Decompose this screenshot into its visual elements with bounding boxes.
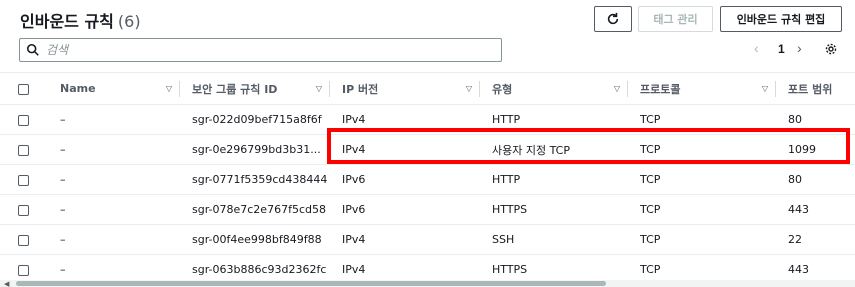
cell-port-range: 80 — [776, 104, 855, 135]
table-header-row: Name ▽ 보안 그룹 규칙 ID ▽ IP 버전 ▽ 유형 ▽ 프로토콜 ▽ 포트 범… — [0, 72, 855, 105]
sort-icon[interactable]: ▽ — [466, 84, 472, 93]
cell-protocol: TCP — [628, 224, 776, 255]
prev-page-button[interactable]: ‹ — [754, 40, 759, 56]
row-checkbox[interactable] — [18, 204, 29, 216]
cell-rule-id: sgr-0e296799bd3b31... — [180, 134, 330, 165]
cell-rule-id: sgr-078e7c2e767f5cd58 — [180, 194, 330, 225]
cell-name: – — [48, 134, 180, 165]
sort-icon[interactable]: ▽ — [316, 84, 322, 93]
rule-count: (6) — [117, 12, 141, 31]
scrollbar-thumb[interactable] — [16, 281, 606, 286]
column-header-ip-version[interactable]: IP 버전 ▽ — [330, 72, 480, 105]
cell-ip-version: IPv4 — [330, 104, 480, 135]
next-page-button[interactable]: › — [797, 40, 802, 56]
page-title-text: 인바운드 규칙 — [20, 12, 114, 31]
search-icon — [26, 43, 39, 56]
sort-icon[interactable]: ▽ — [762, 84, 768, 93]
search-input[interactable] — [46, 43, 486, 57]
horizontal-scrollbar[interactable]: ◀ — [0, 280, 855, 287]
cell-type: HTTP — [480, 104, 628, 135]
cell-rule-id: sgr-022d09bef715a8f6f — [180, 104, 330, 135]
cell-ip-version: IPv4 — [330, 134, 480, 165]
sort-icon[interactable]: ▽ — [166, 84, 172, 93]
table-row[interactable]: – sgr-022d09bef715a8f6f IPv4 HTTP TCP 80 — [0, 104, 855, 135]
column-header-protocol[interactable]: 프로토콜 ▽ — [628, 72, 776, 105]
column-header-rule-id[interactable]: 보안 그룹 규칙 ID ▽ — [180, 72, 330, 105]
cell-type: 사용자 지정 TCP — [480, 134, 628, 165]
column-header-type[interactable]: 유형 ▽ — [480, 72, 628, 105]
cell-name: – — [48, 224, 180, 255]
cell-protocol: TCP — [628, 194, 776, 225]
cell-rule-id: sgr-0771f5359cd438444 — [180, 164, 330, 195]
row-checkbox[interactable] — [18, 114, 29, 126]
scroll-left-icon[interactable]: ◀ — [4, 280, 9, 287]
select-all-cell — [0, 72, 48, 105]
column-header-port-range[interactable]: 포트 범위 — [776, 72, 855, 105]
cell-name: – — [48, 164, 180, 195]
cell-protocol: TCP — [628, 164, 776, 195]
edit-inbound-rules-button[interactable]: 인바운드 규칙 편집 — [720, 6, 842, 32]
current-page-number[interactable]: 1 — [778, 42, 785, 56]
row-checkbox[interactable] — [18, 174, 29, 186]
search-box[interactable] — [19, 38, 502, 62]
cell-port-range: 80 — [776, 164, 855, 195]
gear-icon[interactable] — [824, 42, 838, 56]
cell-port-range: 22 — [776, 224, 855, 255]
cell-port-range: 1099 — [776, 134, 855, 165]
cell-protocol: TCP — [628, 134, 776, 165]
table-row[interactable]: – sgr-0e296799bd3b31... IPv4 사용자 지정 TCP … — [0, 134, 855, 165]
row-checkbox[interactable] — [18, 234, 29, 246]
table-row[interactable]: – sgr-078e7c2e767f5cd58 IPv6 HTTPS TCP 4… — [0, 194, 855, 225]
manage-tags-button[interactable]: 태그 관리 — [638, 6, 713, 32]
table-row[interactable]: – sgr-00f4ee998bf849f88 IPv4 SSH TCP 22 — [0, 224, 855, 255]
cell-rule-id: sgr-00f4ee998bf849f88 — [180, 224, 330, 255]
cell-ip-version: IPv6 — [330, 194, 480, 225]
inbound-rules-table: Name ▽ 보안 그룹 규칙 ID ▽ IP 버전 ▽ 유형 ▽ 프로토콜 ▽ 포트 범… — [0, 72, 855, 285]
refresh-icon — [607, 12, 619, 25]
cell-type: SSH — [480, 224, 628, 255]
row-checkbox[interactable] — [18, 264, 29, 276]
cell-name: – — [48, 194, 180, 225]
sort-icon[interactable]: ▽ — [614, 84, 620, 93]
cell-type: HTTP — [480, 164, 628, 195]
page-title: 인바운드 규칙 (6) — [20, 8, 141, 32]
panel-header: 인바운드 규칙 (6) 태그 관리 인바운드 규칙 편집 — [0, 0, 855, 36]
cell-port-range: 443 — [776, 194, 855, 225]
cell-type: HTTPS — [480, 194, 628, 225]
cell-name: – — [48, 104, 180, 135]
column-header-name[interactable]: Name ▽ — [48, 72, 180, 105]
select-all-checkbox[interactable] — [18, 83, 29, 95]
row-checkbox[interactable] — [18, 144, 29, 156]
refresh-button[interactable] — [594, 6, 632, 32]
cell-protocol: TCP — [628, 104, 776, 135]
table-row[interactable]: – sgr-0771f5359cd438444 IPv6 HTTP TCP 80 — [0, 164, 855, 195]
cell-ip-version: IPv6 — [330, 164, 480, 195]
cell-ip-version: IPv4 — [330, 224, 480, 255]
